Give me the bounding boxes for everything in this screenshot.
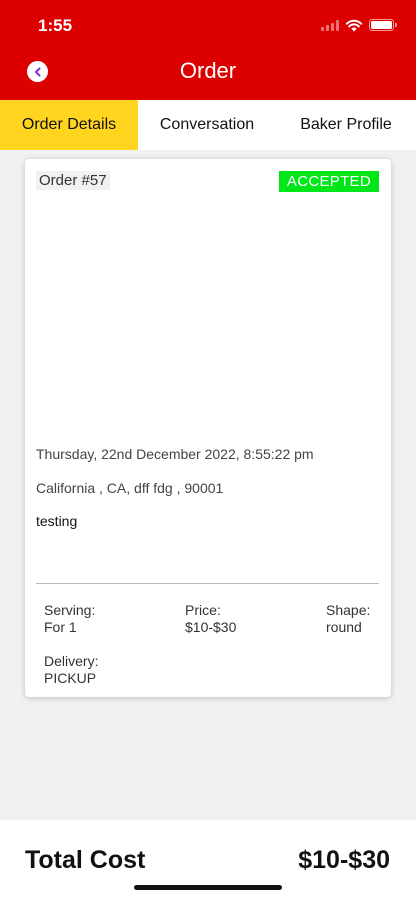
price-detail: Price: $10-$30 — [185, 602, 236, 636]
signal-icon — [321, 19, 339, 31]
order-card: Order #57 ACCEPTED Thursday, 22nd Decemb… — [25, 159, 391, 697]
status-badge: ACCEPTED — [278, 171, 379, 192]
app-header: 1:55 Order — [0, 0, 416, 100]
tab-baker-profile[interactable]: Baker Profile — [276, 100, 416, 150]
order-address: California , CA, dff fdg , 90001 — [36, 480, 224, 496]
delivery-value: PICKUP — [44, 670, 97, 686]
status-time: 1:55 — [38, 16, 73, 35]
divider — [36, 583, 379, 584]
tab-conversation[interactable]: Conversation — [138, 100, 276, 150]
total-cost-bar: Total Cost $10-$30 — [0, 820, 416, 900]
total-cost-value: $10-$30 — [298, 846, 390, 874]
tab-bar: Order Details Conversation Baker Profile — [0, 100, 416, 150]
battery-icon — [369, 19, 397, 31]
wifi-icon — [345, 19, 363, 32]
shape-label: Shape: — [326, 602, 371, 618]
serving-detail: Serving: For 1 — [44, 602, 95, 636]
serving-value: For 1 — [44, 619, 77, 635]
shape-value: round — [326, 619, 362, 635]
delivery-detail: Delivery: PICKUP — [44, 653, 98, 687]
status-bar: 1:55 — [0, 0, 416, 50]
page-title: Order — [179, 58, 237, 83]
order-date: Thursday, 22nd December 2022, 8:55:22 pm — [36, 446, 314, 462]
shape-detail: Shape: round — [326, 602, 370, 636]
order-number: Order #57 — [36, 171, 110, 190]
price-label: Price: — [185, 602, 221, 618]
status-icons — [321, 18, 397, 32]
total-cost-label: Total Cost — [25, 846, 146, 874]
order-note: testing — [36, 513, 78, 529]
tab-order-details[interactable]: Order Details — [0, 100, 138, 150]
price-value: $10-$30 — [185, 619, 237, 635]
home-indicator[interactable] — [134, 885, 282, 890]
serving-label: Serving: — [44, 602, 96, 618]
delivery-label: Delivery: — [44, 653, 99, 669]
battery-level — [371, 21, 392, 29]
